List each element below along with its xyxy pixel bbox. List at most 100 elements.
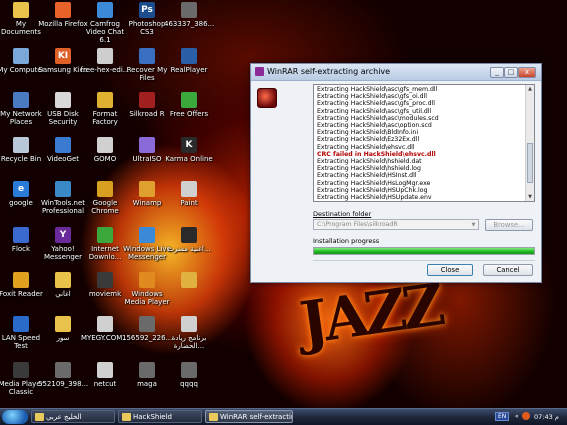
dialog-title: WinRAR self-extracting archive [267, 67, 391, 76]
photoshop-icon: Ps [139, 2, 155, 18]
desktop-icon-label: برنامج ريادة الحضارة... [171, 334, 207, 350]
folder-icon [122, 413, 131, 421]
scroll-up-arrow-icon[interactable]: ▲ [526, 85, 534, 93]
scroll-down-arrow-icon[interactable]: ▼ [526, 193, 534, 201]
desktop-icon[interactable]: برنامج ريادة الحضارة... [164, 316, 214, 350]
dropdown-arrow-icon[interactable]: ▼ [469, 220, 478, 229]
audio-file-icon [181, 227, 197, 243]
silkroad-icon [139, 92, 155, 108]
log-error-line: CRC failed in HackShield\ehsvc.dll [317, 150, 436, 158]
log-scrollbar[interactable]: ▲ ▼ [525, 85, 534, 201]
maximize-button[interactable]: □ [504, 67, 518, 78]
alert-icon[interactable] [522, 412, 530, 420]
installer-icon [97, 48, 113, 64]
image-file-icon [181, 362, 197, 378]
desktop-icon-label: qqqq [180, 380, 198, 388]
folder-icon [55, 316, 71, 332]
destination-folder-value: C:\Program Files\silkroadR [317, 221, 398, 228]
computer-icon [13, 48, 29, 64]
desktop-icon[interactable]: Paint [164, 181, 214, 207]
chrome-icon [97, 181, 113, 197]
log-line: Extracting HackShield\ehsvc.dll [317, 143, 415, 151]
log-line: Extracting HackShield\HSInst.dll [317, 172, 417, 180]
log-line: Extracting HackShield\asc\gfs_mem.dll [317, 86, 438, 93]
desktop-icon[interactable]: qqqq [164, 362, 214, 388]
desktop-icon[interactable] [164, 272, 214, 290]
scissors-icon [97, 316, 113, 332]
desktop-icon[interactable]: 463337_386... [164, 2, 214, 28]
dialog-titlebar[interactable]: WinRAR self-extracting archive _ □ x [251, 64, 541, 81]
extraction-log[interactable]: Extracting HackShield\asc\gfs_mem.dll Ext… [313, 84, 535, 202]
desktop-icon-label: 463337_386... [164, 20, 215, 28]
taskbar-item-label: الخليج عربي [46, 413, 82, 421]
destination-folder-field[interactable]: C:\Program Files\silkroadR ▼ [313, 219, 479, 230]
log-line: Extracting HackShield\asc\option.scd [317, 122, 432, 129]
taskbar: الخليج عربي HackShield WinRAR self-extract… [0, 408, 567, 425]
music-file-icon [181, 272, 197, 288]
taskbar-item[interactable]: الخليج عربي [31, 410, 115, 423]
wallpaper-jazz-text: JAZZ [295, 270, 446, 358]
close-window-button[interactable]: x [518, 67, 536, 78]
format-factory-icon [97, 92, 113, 108]
camfrog-icon [97, 2, 113, 18]
start-button[interactable] [2, 410, 28, 424]
paint-icon [181, 181, 197, 197]
desktop-icon-label: Karma Online [165, 155, 213, 163]
log-line: Extracting HackShield\HsLogMgr.exe [317, 179, 431, 187]
image-file-icon [181, 2, 197, 18]
foxit-icon [13, 272, 29, 288]
folder-icon [209, 413, 218, 421]
ie-icon: e [13, 181, 29, 197]
system-tray: EN « 07:43 م [491, 409, 567, 425]
image-file-icon [139, 316, 155, 332]
desktop-icon[interactable]: Free Offers [164, 92, 214, 118]
offers-icon [181, 92, 197, 108]
recover-icon [139, 48, 155, 64]
close-button[interactable]: Close [427, 264, 473, 276]
scroll-thumb[interactable] [527, 143, 533, 183]
folder-icon [55, 272, 71, 288]
folder-icon [13, 2, 29, 18]
show-hidden-icons-chevron-icon[interactable]: « [515, 413, 519, 420]
desktop-icon[interactable]: اغنية مسرت... [164, 227, 214, 253]
karma-icon: K [181, 137, 197, 153]
lan-speed-icon [13, 316, 29, 332]
log-line: Extracting HackShield\HSUpdate.env [317, 194, 432, 201]
log-line: Extracting HackShield\hshield.log [317, 165, 421, 173]
installation-progress-label: Installation progress [313, 237, 380, 245]
taskbar-item[interactable]: WinRAR self-extractin... [205, 410, 293, 423]
cancel-button[interactable]: Cancel [483, 264, 533, 276]
gom-icon [97, 137, 113, 153]
wmp-icon [139, 272, 155, 288]
taskbar-item[interactable]: HackShield [118, 410, 202, 423]
desktop-icon-label: اغنية مسرت... [167, 245, 211, 253]
flock-icon [13, 227, 29, 243]
recycle-bin-icon [13, 137, 29, 153]
moviemaker-icon [97, 272, 113, 288]
netcut-icon [97, 362, 113, 378]
sfx-logo-icon [257, 88, 277, 108]
winrar-sfx-dialog: WinRAR self-extracting archive _ □ x Ext… [250, 63, 542, 283]
clock[interactable]: 07:43 م [534, 413, 559, 421]
log-line: Extracting HackShield\hshield.dat [317, 158, 422, 165]
destination-folder-label: Destination folder [313, 210, 372, 218]
videoget-icon [55, 137, 71, 153]
log-line: Extracting HackShield\Ez32Ex.dll [317, 136, 420, 144]
desktop-icon-label: Paint [180, 199, 198, 207]
usb-icon [55, 92, 71, 108]
desktop-icon-label: Free Offers [169, 110, 209, 118]
taskbar-item-label: WinRAR self-extractin... [220, 413, 292, 421]
language-indicator[interactable]: EN [495, 412, 510, 421]
desktop-icon[interactable]: RealPlayer [164, 48, 214, 74]
winamp-icon [139, 181, 155, 197]
taskbar-item-label: HackShield [133, 413, 172, 421]
messenger-icon [139, 227, 155, 243]
desktop-icon[interactable]: K Karma Online [164, 137, 214, 163]
minimize-button[interactable]: _ [490, 67, 504, 78]
firefox-icon [55, 2, 71, 18]
browse-button[interactable]: Browse... [485, 219, 533, 231]
log-line: Extracting HackShield\BldInfo.ini [317, 129, 419, 137]
desktop-icon-label: RealPlayer [170, 66, 208, 74]
log-line: Extracting HackShield\asc\gfs_proc.dll [317, 100, 436, 108]
log-line: Extracting HackShield\asc\modules.scd [317, 114, 439, 122]
